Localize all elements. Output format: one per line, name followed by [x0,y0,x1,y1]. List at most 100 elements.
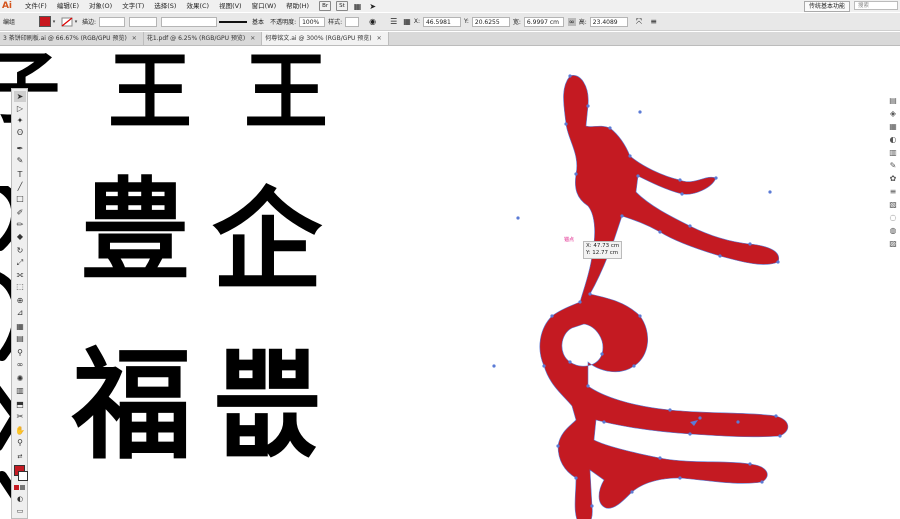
transparency-icon[interactable]: ◌ [888,212,898,222]
menu-view[interactable]: 视图(V) [214,0,247,12]
layers-icon[interactable]: ◈ [888,108,898,118]
libraries-icon[interactable]: ▦ [888,121,898,131]
tab-document-2[interactable]: 花1.pdf @ 6.25% (RGB/GPU 预览) ✕ [144,32,263,45]
close-icon[interactable]: ✕ [250,32,255,45]
selection-tool-icon[interactable]: ➤ [14,91,26,102]
graphic-styles-icon[interactable]: ▨ [888,238,898,248]
rectangle-tool-icon[interactable]: □ [14,193,26,204]
eyedropper-tool-icon[interactable]: ⚲ [14,347,26,358]
arrange-documents-icon[interactable]: ▦ [354,2,362,11]
pencil-tool-icon[interactable]: ✏ [14,219,26,230]
shape-builder-tool-icon[interactable]: ⊕ [14,295,26,306]
brush-field[interactable] [161,16,218,27]
stroke-swatch-icon[interactable] [61,17,73,27]
x-field[interactable]: 46.5981 [422,16,461,27]
width-tool-icon[interactable]: ⟗ [14,269,26,280]
y-label: Y: [463,18,469,25]
column-graph-tool-icon[interactable]: ▥ [14,385,26,396]
gradient-mode-icon[interactable] [20,485,25,490]
menu-file[interactable]: 文件(F) [20,0,52,12]
paintbrush-tool-icon[interactable]: ✐ [14,207,26,218]
stroke-label: 描边: [82,19,97,26]
color-icon[interactable]: ◐ [888,134,898,144]
tooltip-x: X: 47.73 cm [586,243,620,249]
menu-help[interactable]: 帮助(H) [281,0,314,12]
free-transform-tool-icon[interactable]: ⬚ [14,281,26,292]
artboard-canvas[interactable]: 子 王 王 豊 企 福 쁪 锚点 X: 47.73 cm Y: 12.77 cm [0,46,900,519]
mesh-tool-icon[interactable]: ▦ [14,321,26,332]
bridge-button[interactable]: Br [319,1,332,11]
calligraphy-glyph: 王 [108,46,193,141]
workspace-switcher[interactable]: 传统基本功能 [803,1,850,12]
menu-icon[interactable]: ≡ [650,17,657,26]
blob-brush-tool-icon[interactable]: ◆ [14,231,26,242]
tab-document-3[interactable]: 何尊铭文.ai @ 300% (RGB/GPU 预览) ✕ [262,32,389,45]
zoom-tool-icon[interactable]: ⚲ [14,437,26,448]
direct-selection-tool-icon[interactable]: ▷ [14,103,26,114]
hand-tool-icon[interactable]: ✋ [14,425,26,436]
menu-edit[interactable]: 编辑(E) [52,0,84,12]
brushes-icon[interactable]: ✎ [888,160,898,170]
perspective-tool-icon[interactable]: ⊿ [14,307,26,318]
align-icon[interactable]: ☰ [390,17,397,26]
position-tooltip: X: 47.73 cm Y: 12.77 cm [583,241,623,259]
red-glyph-artwork[interactable] [480,66,810,519]
symbol-sprayer-tool-icon[interactable]: ✺ [14,373,26,384]
style-swatch[interactable] [345,16,360,27]
opacity-label: 不透明度: [270,19,297,26]
stroke-icon[interactable]: ≡ [888,186,898,196]
scale-tool-icon[interactable]: ⤢ [14,257,26,268]
opacity-field[interactable]: 100% [299,16,326,27]
link-icon[interactable]: ∞ [567,17,576,26]
close-icon[interactable]: ✕ [132,32,137,45]
type-tool-icon[interactable]: T [14,169,26,180]
menu-select[interactable]: 选择(S) [149,0,181,12]
menu-effect[interactable]: 效果(C) [181,0,214,12]
menu-window[interactable]: 窗口(W) [247,0,282,12]
transform-icon[interactable]: ⤧ [636,17,642,27]
calligraphy-glyph: 豊 [80,166,190,295]
x-label: X: [413,18,420,25]
panel-dock: ▤ ◈ ▦ ◐ ▥ ✎ ✿ ≡ ▧ ◌ ◍ ▨ [887,92,900,282]
close-icon[interactable]: ✕ [377,32,382,45]
color-mode-icon[interactable] [14,485,19,490]
swatches-icon[interactable]: ▥ [888,147,898,157]
chevron-down-icon[interactable]: ▾ [51,19,57,25]
w-field[interactable]: 6.9997 cm [523,16,564,27]
properties-icon[interactable]: ▤ [888,95,898,105]
y-field[interactable]: 20.6255 [471,16,510,27]
curvature-tool-icon[interactable]: ✎ [14,155,26,166]
fill-swatch[interactable] [39,16,52,27]
stroke-style-label[interactable]: 基本 [249,17,267,26]
transform-grid-icon[interactable]: ▦ [403,17,411,26]
artboard-tool-icon[interactable]: ⬒ [14,399,26,410]
symbols-icon[interactable]: ✿ [888,173,898,183]
recolor-icon[interactable]: ◉ [369,17,376,26]
line-tool-icon[interactable]: ╱ [14,181,26,192]
gradient-icon[interactable]: ▧ [888,199,898,209]
stroke-weight-field[interactable] [99,16,126,27]
appearance-icon[interactable]: ◍ [888,225,898,235]
menu-object[interactable]: 对象(O) [84,0,117,12]
gradient-tool-icon[interactable]: ▤ [14,333,26,344]
swap-colors-icon[interactable]: ⇄ [14,451,26,462]
h-field[interactable]: 23.4089 [589,16,628,27]
send-icon[interactable]: ➤ [369,2,376,11]
menu-type[interactable]: 文字(T) [117,0,149,12]
anchor-label: 锚点 [564,237,575,243]
rotate-tool-icon[interactable]: ↻ [14,245,26,256]
red-glyph-path[interactable] [539,75,789,519]
slice-tool-icon[interactable]: ✂ [14,411,26,422]
lasso-tool-icon[interactable]: ʘ [14,127,26,138]
blend-tool-icon[interactable]: ∞ [14,359,26,370]
stroke-color-swatch[interactable] [18,471,28,481]
stock-button[interactable]: St [336,1,348,11]
calligraphy-glyph: 쁪 [214,335,323,474]
pen-tool-icon[interactable]: ✒ [14,143,26,154]
search-input[interactable]: 搜索 [854,1,898,10]
tab-document-1[interactable]: 3 茶饼印刷板.ai @ 66.67% (RGB/GPU 预览) ✕ [0,32,144,45]
magic-wand-tool-icon[interactable]: ✦ [14,115,26,126]
screen-mode-icon[interactable]: ▭ [14,505,26,516]
variable-width-field[interactable] [129,16,158,27]
draw-mode-icon[interactable]: ◐ [14,493,26,504]
